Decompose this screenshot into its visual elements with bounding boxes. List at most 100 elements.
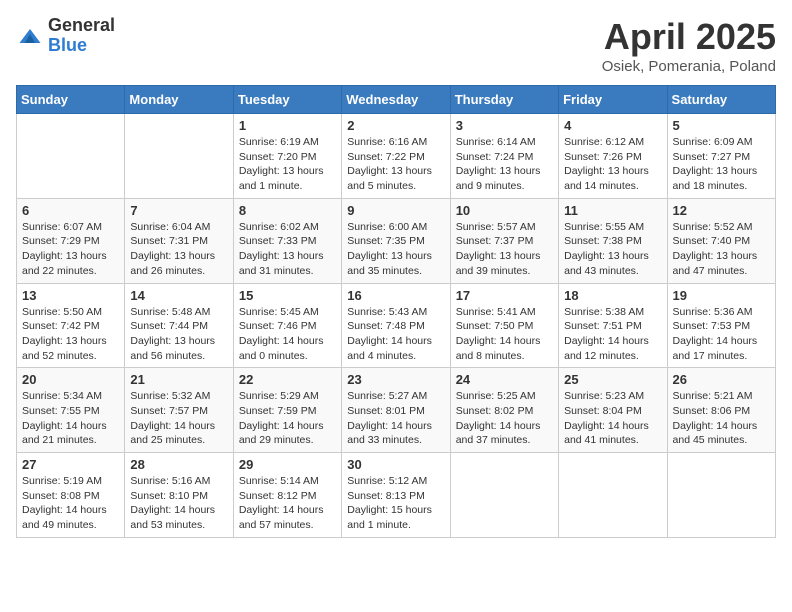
calendar-cell: 8 Sunrise: 6:02 AM Sunset: 7:33 PM Daylig…	[233, 198, 341, 283]
day-info: Sunrise: 5:16 AM Sunset: 8:10 PM Dayligh…	[130, 474, 227, 533]
day-number: 24	[456, 372, 553, 387]
day-info: Sunrise: 6:14 AM Sunset: 7:24 PM Dayligh…	[456, 135, 553, 194]
day-info: Sunrise: 6:12 AM Sunset: 7:26 PM Dayligh…	[564, 135, 661, 194]
day-info: Sunrise: 5:55 AM Sunset: 7:38 PM Dayligh…	[564, 220, 661, 279]
day-number: 5	[673, 118, 770, 133]
day-number: 4	[564, 118, 661, 133]
day-info: Sunrise: 5:25 AM Sunset: 8:02 PM Dayligh…	[456, 389, 553, 448]
calendar-body: 1 Sunrise: 6:19 AM Sunset: 7:20 PM Daylig…	[17, 114, 776, 538]
day-info: Sunrise: 5:41 AM Sunset: 7:50 PM Dayligh…	[456, 305, 553, 364]
day-number: 29	[239, 457, 336, 472]
calendar-cell: 3 Sunrise: 6:14 AM Sunset: 7:24 PM Daylig…	[450, 114, 558, 199]
calendar-cell: 21Sunrise: 5:32 AM Sunset: 7:57 PM Dayli…	[125, 368, 233, 453]
day-info: Sunrise: 5:50 AM Sunset: 7:42 PM Dayligh…	[22, 305, 119, 364]
calendar-cell: 15 Sunrise: 5:45 AM Sunset: 7:46 PM Dayli…	[233, 283, 341, 368]
day-info: Sunrise: 5:34 AM Sunset: 7:55 PM Dayligh…	[22, 389, 119, 448]
calendar-cell: 23 Sunrise: 5:27 AM Sunset: 8:01 PM Dayli…	[342, 368, 450, 453]
logo: General Blue	[16, 16, 115, 56]
logo-text: General Blue	[48, 16, 115, 56]
day-info: Sunrise: 5:27 AM Sunset: 8:01 PM Dayligh…	[347, 389, 444, 448]
calendar-cell: 1 Sunrise: 6:19 AM Sunset: 7:20 PM Daylig…	[233, 114, 341, 199]
day-info: Sunrise: 5:14 AM Sunset: 8:12 PM Dayligh…	[239, 474, 336, 533]
calendar-cell: 9 Sunrise: 6:00 AM Sunset: 7:35 PM Daylig…	[342, 198, 450, 283]
day-number: 20	[22, 372, 119, 387]
logo-general: General	[48, 16, 115, 36]
day-info: Sunrise: 5:52 AM Sunset: 7:40 PM Dayligh…	[673, 220, 770, 279]
day-info: Sunrise: 6:02 AM Sunset: 7:33 PM Dayligh…	[239, 220, 336, 279]
logo-blue: Blue	[48, 36, 115, 56]
day-info: Sunrise: 5:12 AM Sunset: 8:13 PM Dayligh…	[347, 474, 444, 533]
calendar-cell: 6 Sunrise: 6:07 AM Sunset: 7:29 PM Daylig…	[17, 198, 125, 283]
day-number: 7	[130, 203, 227, 218]
day-number: 8	[239, 203, 336, 218]
day-info: Sunrise: 5:45 AM Sunset: 7:46 PM Dayligh…	[239, 305, 336, 364]
day-number: 18	[564, 288, 661, 303]
weekday-header-friday: Friday	[559, 86, 667, 114]
day-number: 10	[456, 203, 553, 218]
day-info: Sunrise: 5:19 AM Sunset: 8:08 PM Dayligh…	[22, 474, 119, 533]
calendar-cell: 11Sunrise: 5:55 AM Sunset: 7:38 PM Dayli…	[559, 198, 667, 283]
calendar-cell: 7 Sunrise: 6:04 AM Sunset: 7:31 PM Daylig…	[125, 198, 233, 283]
calendar-cell: 24 Sunrise: 5:25 AM Sunset: 8:02 PM Dayli…	[450, 368, 558, 453]
calendar-cell: 4 Sunrise: 6:12 AM Sunset: 7:26 PM Daylig…	[559, 114, 667, 199]
weekday-header-saturday: Saturday	[667, 86, 775, 114]
calendar-cell	[559, 453, 667, 538]
day-number: 9	[347, 203, 444, 218]
weekday-header-sunday: Sunday	[17, 86, 125, 114]
calendar-week-row: 6 Sunrise: 6:07 AM Sunset: 7:29 PM Daylig…	[17, 198, 776, 283]
calendar-cell: 29 Sunrise: 5:14 AM Sunset: 8:12 PM Dayli…	[233, 453, 341, 538]
day-info: Sunrise: 6:16 AM Sunset: 7:22 PM Dayligh…	[347, 135, 444, 194]
day-info: Sunrise: 6:04 AM Sunset: 7:31 PM Dayligh…	[130, 220, 227, 279]
calendar-cell: 22Sunrise: 5:29 AM Sunset: 7:59 PM Dayli…	[233, 368, 341, 453]
day-number: 2	[347, 118, 444, 133]
day-info: Sunrise: 5:21 AM Sunset: 8:06 PM Dayligh…	[673, 389, 770, 448]
calendar-table: SundayMondayTuesdayWednesdayThursdayFrid…	[16, 85, 776, 538]
calendar-week-row: 27Sunrise: 5:19 AM Sunset: 8:08 PM Dayli…	[17, 453, 776, 538]
day-info: Sunrise: 5:43 AM Sunset: 7:48 PM Dayligh…	[347, 305, 444, 364]
day-number: 3	[456, 118, 553, 133]
day-number: 30	[347, 457, 444, 472]
day-info: Sunrise: 6:19 AM Sunset: 7:20 PM Dayligh…	[239, 135, 336, 194]
day-number: 6	[22, 203, 119, 218]
calendar-cell: 25Sunrise: 5:23 AM Sunset: 8:04 PM Dayli…	[559, 368, 667, 453]
day-number: 14	[130, 288, 227, 303]
day-number: 15	[239, 288, 336, 303]
calendar-cell: 2 Sunrise: 6:16 AM Sunset: 7:22 PM Daylig…	[342, 114, 450, 199]
day-info: Sunrise: 5:57 AM Sunset: 7:37 PM Dayligh…	[456, 220, 553, 279]
calendar-cell: 28 Sunrise: 5:16 AM Sunset: 8:10 PM Dayli…	[125, 453, 233, 538]
day-number: 1	[239, 118, 336, 133]
day-number: 19	[673, 288, 770, 303]
day-info: Sunrise: 5:29 AM Sunset: 7:59 PM Dayligh…	[239, 389, 336, 448]
day-number: 23	[347, 372, 444, 387]
calendar-cell: 10 Sunrise: 5:57 AM Sunset: 7:37 PM Dayli…	[450, 198, 558, 283]
calendar-cell: 19 Sunrise: 5:36 AM Sunset: 7:53 PM Dayli…	[667, 283, 775, 368]
calendar-cell	[125, 114, 233, 199]
calendar-cell: 16 Sunrise: 5:43 AM Sunset: 7:48 PM Dayli…	[342, 283, 450, 368]
day-number: 13	[22, 288, 119, 303]
day-number: 21	[130, 372, 227, 387]
calendar-cell: 13 Sunrise: 5:50 AM Sunset: 7:42 PM Dayli…	[17, 283, 125, 368]
day-number: 12	[673, 203, 770, 218]
day-number: 25	[564, 372, 661, 387]
calendar-week-row: 1 Sunrise: 6:19 AM Sunset: 7:20 PM Daylig…	[17, 114, 776, 199]
day-info: Sunrise: 6:07 AM Sunset: 7:29 PM Dayligh…	[22, 220, 119, 279]
calendar-week-row: 13 Sunrise: 5:50 AM Sunset: 7:42 PM Dayli…	[17, 283, 776, 368]
calendar-cell: 5 Sunrise: 6:09 AM Sunset: 7:27 PM Daylig…	[667, 114, 775, 199]
month-title: April 2025	[602, 16, 776, 58]
day-number: 16	[347, 288, 444, 303]
calendar-cell: 20 Sunrise: 5:34 AM Sunset: 7:55 PM Dayli…	[17, 368, 125, 453]
weekday-header-wednesday: Wednesday	[342, 86, 450, 114]
calendar-cell: 17Sunrise: 5:41 AM Sunset: 7:50 PM Dayli…	[450, 283, 558, 368]
calendar-cell	[450, 453, 558, 538]
location-title: Osiek, Pomerania, Poland	[602, 58, 776, 75]
calendar-cell: 14Sunrise: 5:48 AM Sunset: 7:44 PM Dayli…	[125, 283, 233, 368]
calendar-cell: 12 Sunrise: 5:52 AM Sunset: 7:40 PM Dayli…	[667, 198, 775, 283]
day-info: Sunrise: 5:38 AM Sunset: 7:51 PM Dayligh…	[564, 305, 661, 364]
calendar-cell: 30 Sunrise: 5:12 AM Sunset: 8:13 PM Dayli…	[342, 453, 450, 538]
day-info: Sunrise: 6:09 AM Sunset: 7:27 PM Dayligh…	[673, 135, 770, 194]
day-info: Sunrise: 5:36 AM Sunset: 7:53 PM Dayligh…	[673, 305, 770, 364]
calendar-cell: 18 Sunrise: 5:38 AM Sunset: 7:51 PM Dayli…	[559, 283, 667, 368]
title-area: April 2025 Osiek, Pomerania, Poland	[602, 16, 776, 75]
day-number: 28	[130, 457, 227, 472]
day-info: Sunrise: 6:00 AM Sunset: 7:35 PM Dayligh…	[347, 220, 444, 279]
